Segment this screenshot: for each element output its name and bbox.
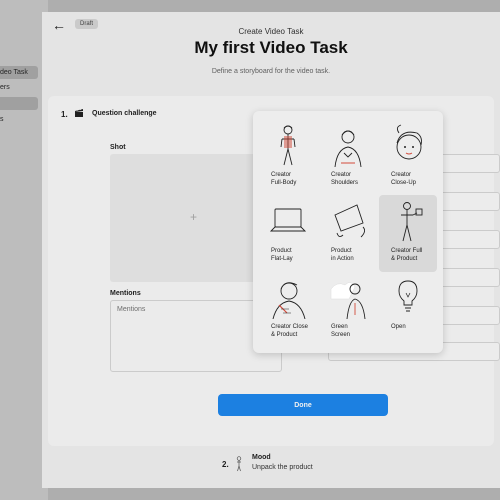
creator-figure-icon — [236, 456, 242, 472]
shot-type-creator-close-product[interactable]: Creator Close & Product — [259, 271, 317, 348]
mentions-label: Mentions — [110, 290, 141, 297]
shot-type-open[interactable]: Open — [379, 271, 437, 348]
sidebar-item-users[interactable]: ers — [0, 81, 10, 94]
shot-type-green-screen[interactable]: Green Screen — [319, 271, 377, 348]
sidebar-item-settings[interactable]: s — [0, 113, 4, 126]
sidebar: deo Task ers s — [0, 0, 48, 500]
creator-close-up-icon — [396, 124, 422, 160]
creator-shoulders-icon — [334, 130, 362, 167]
product-in-action-icon — [334, 204, 366, 238]
sidebar-item-highlighted[interactable] — [0, 97, 38, 110]
creator-full-body-icon — [280, 125, 296, 166]
product-flat-lay-icon — [269, 208, 307, 232]
shot-type-product-in-action[interactable]: Product in Action — [319, 195, 377, 272]
shot-type-label: Product in Action — [331, 248, 354, 262]
shot-type-label: Creator Close & Product — [271, 324, 309, 338]
step-2-title: Mood — [252, 454, 271, 461]
shot-type-label: Open — [391, 324, 406, 330]
shot-type-product-flat-lay[interactable]: Product Flat-Lay — [259, 195, 317, 272]
creator-close-product-icon — [272, 282, 306, 319]
shot-type-label: Creator Full & Product — [391, 248, 423, 262]
step-number: 1. — [61, 110, 68, 119]
creator-full-product-icon — [401, 202, 423, 242]
step-2-number: 2. — [222, 460, 229, 469]
plus-icon: + — [190, 210, 198, 224]
step-label: Question challenge — [92, 110, 157, 117]
shot-type-label: Green Screen — [331, 324, 351, 338]
page-title: My first Video Task — [194, 38, 348, 57]
clapperboard-icon — [74, 108, 84, 120]
sidebar-item-video-task[interactable]: deo Task — [0, 66, 38, 79]
shot-type-picker: Creator Full-Body Creator Shoulders Crea… — [253, 111, 443, 353]
shot-type-creator-full-product[interactable]: Creator Full & Product — [379, 195, 437, 272]
green-screen-icon — [330, 282, 366, 319]
shot-type-creator-shoulders[interactable]: Creator Shoulders — [319, 119, 377, 196]
done-button[interactable]: Done — [218, 394, 388, 416]
shot-type-label: Creator Close-Up — [391, 172, 417, 186]
shot-label: Shot — [110, 144, 126, 151]
shot-type-creator-full-body[interactable]: Creator Full-Body — [259, 119, 317, 196]
shot-type-label: Creator Full-Body — [271, 172, 297, 186]
shot-type-creator-close-up[interactable]: Creator Close-Up — [379, 119, 437, 196]
shot-type-label: Creator Shoulders — [331, 172, 359, 186]
page-subtitle: Create Video Task — [238, 27, 304, 36]
shot-type-label: Product Flat-Lay — [271, 248, 293, 262]
page-description: Define a storyboard for the video task. — [211, 68, 331, 75]
lightbulb-icon — [398, 280, 418, 312]
step-2-subtitle: Unpack the product — [252, 464, 313, 471]
